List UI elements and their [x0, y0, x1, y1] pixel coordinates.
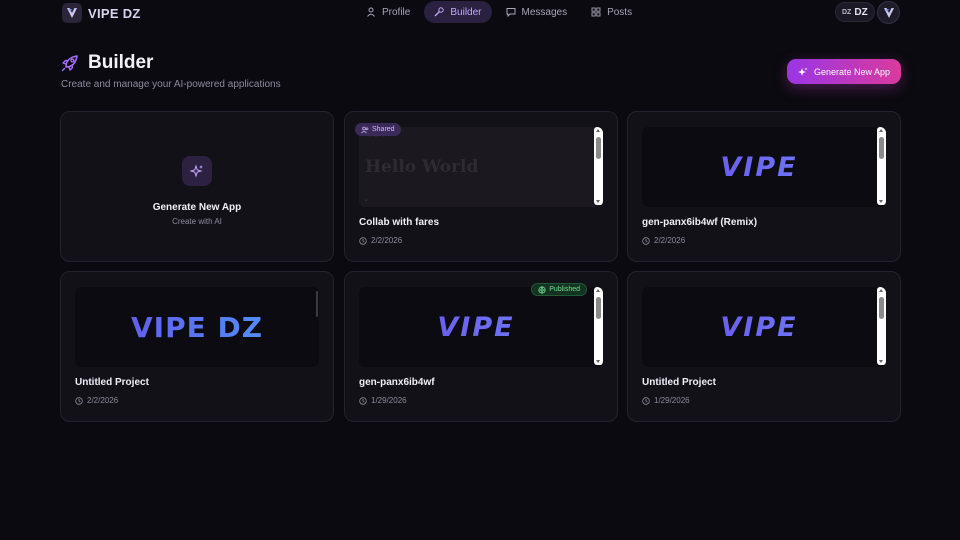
wrench-icon [434, 7, 445, 17]
project-preview: ★★★ Hello World ▪ [359, 127, 603, 207]
clock-icon [642, 236, 650, 245]
preview-scrollbar[interactable] [594, 287, 603, 365]
project-preview: VIPE [642, 287, 886, 367]
user-icon [366, 7, 376, 17]
project-date: 2/2/2026 [642, 236, 685, 245]
brand[interactable]: VIPE DZ [62, 3, 141, 23]
page-title: Builder [60, 52, 153, 74]
project-title: gen-panx6ib4wf [359, 377, 435, 388]
badge-label: Shared [372, 126, 395, 133]
project-date-text: 2/2/2026 [87, 396, 119, 405]
user-chip[interactable]: DZ DZ [835, 2, 875, 22]
preview-scrollbar[interactable] [594, 127, 603, 205]
project-title: gen-panx6ib4wf (Remix) [642, 217, 758, 228]
new-app-subtitle: Create with AI [172, 216, 222, 226]
nav-label: Posts [607, 6, 633, 18]
nav-item-messages[interactable]: Messages [496, 1, 578, 23]
preview-hello-text: Hello World [365, 157, 479, 177]
preview-scrollbar[interactable] [877, 287, 886, 365]
shared-badge: Shared [355, 123, 401, 136]
project-card[interactable]: VIPE Untitled Project 1/29/2026 [627, 271, 901, 422]
generate-new-app-label: Generate New App [813, 66, 891, 77]
preview-vipe-logo: VIPE [642, 287, 876, 367]
project-title: Untitled Project [642, 377, 716, 388]
project-date-text: 1/29/2026 [654, 396, 690, 405]
project-preview: VIPE DZ [75, 287, 319, 367]
sparkles-icon [797, 67, 808, 76]
top-navbar: VIPE DZ Profile Builder Messages Posts D… [0, 0, 960, 26]
preview-scrollbar[interactable] [316, 291, 318, 317]
generate-new-app-button[interactable]: Generate New App [787, 59, 901, 84]
clock-icon [75, 396, 83, 405]
preview-vipe-logo: VIPE [359, 287, 593, 367]
project-preview: VIPE [642, 127, 886, 207]
project-card[interactable]: VIPE DZ Untitled Project 2/2/2026 [60, 271, 334, 422]
nav-item-builder[interactable]: Builder [424, 1, 492, 23]
message-icon [506, 7, 516, 17]
page-subtitle: Create and manage your AI-powered applic… [61, 79, 281, 90]
project-date: 1/29/2026 [359, 396, 407, 405]
nav-label: Profile [382, 6, 411, 18]
project-date: 2/2/2026 [75, 396, 118, 405]
nav-item-posts[interactable]: Posts [581, 1, 642, 23]
nav-label: Builder [450, 6, 482, 18]
sparkles-icon [182, 155, 212, 186]
project-card[interactable]: VIPE gen-panx6ib4wf (Remix) 2/2/2026 [627, 111, 901, 262]
clock-icon [359, 396, 367, 405]
clock-icon [642, 396, 650, 405]
preview-vipe-logo: VIPE [642, 127, 876, 207]
nav-label: Messages [521, 6, 568, 18]
users-icon [361, 126, 369, 133]
page-title-text: Builder [88, 52, 154, 73]
nav-item-profile[interactable]: Profile [356, 1, 420, 23]
project-date-text: 2/2/2026 [371, 236, 403, 245]
badge-label: Published [549, 286, 580, 293]
new-app-title: Generate New App [152, 201, 242, 213]
project-card[interactable]: VIPE Published gen-panx6ib4wf 1/29/2026 [344, 271, 618, 422]
generate-new-app-card[interactable]: Generate New App Create with AI [60, 111, 334, 262]
project-card[interactable]: ★★★ Hello World ▪ Shared Collab with far… [344, 111, 618, 262]
brand-logo-icon [62, 3, 82, 23]
project-date: 2/2/2026 [359, 236, 402, 245]
published-badge: Published [531, 283, 587, 296]
project-date: 1/29/2026 [642, 396, 690, 405]
preview-vipe-dz-logo: VIPE DZ [75, 287, 319, 367]
grid-icon [591, 7, 601, 17]
brand-name: VIPE DZ [88, 5, 141, 21]
avatar[interactable] [877, 1, 900, 24]
preview-scrollbar[interactable] [877, 127, 886, 205]
clock-icon [359, 236, 367, 245]
project-title: Untitled Project [75, 377, 149, 388]
user-chip-label: DZ [854, 6, 868, 18]
user-chip-flag: DZ [842, 8, 852, 16]
project-title: Collab with fares [359, 217, 440, 228]
main-nav: Profile Builder Messages Posts [356, 1, 642, 23]
project-date-text: 1/29/2026 [371, 396, 407, 405]
rocket-icon [61, 55, 78, 72]
project-preview: VIPE [359, 287, 603, 367]
avatar-logo-icon [883, 7, 894, 18]
globe-icon [538, 285, 546, 294]
project-date-text: 2/2/2026 [654, 236, 686, 245]
preview-corner-mark: ▪ [365, 198, 368, 204]
